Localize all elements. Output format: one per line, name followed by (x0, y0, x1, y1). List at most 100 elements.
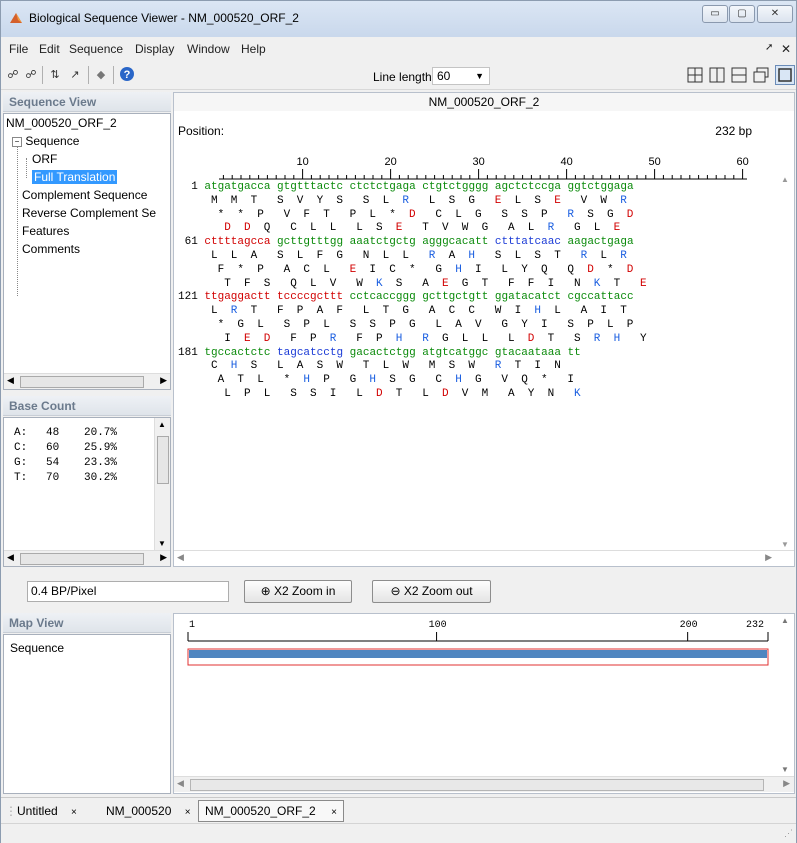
tree-item-complement[interactable]: Complement Sequence (22, 188, 147, 202)
tab-untitled[interactable]: Untitled × (17, 802, 77, 820)
amino-acid: R (620, 194, 627, 207)
toggle-strand-icon[interactable]: ⇅ (47, 66, 63, 84)
scroll-left-icon[interactable]: ◀ (7, 375, 14, 386)
menu-help[interactable]: Help (241, 42, 266, 56)
amino-acid: R (329, 332, 337, 345)
sequence-line: 61 cttttagcca gcttgtttgg aaatctgctg aggg… (178, 236, 634, 248)
map-vertical-scrollbar[interactable]: ▲ ▼ (778, 614, 794, 776)
tab-nm-000520[interactable]: NM_000520 × (106, 802, 191, 820)
amino-acid: Q (263, 222, 271, 235)
tree-item-comments[interactable]: Comments (22, 242, 80, 256)
close-button[interactable]: ✕ (757, 5, 793, 23)
amino-acid: C (211, 360, 218, 373)
scroll-up-icon[interactable]: ▲ (158, 420, 166, 429)
menu-window[interactable]: Window (187, 42, 230, 56)
amino-acid: P (310, 332, 317, 345)
minimize-button[interactable]: ▭ (702, 5, 728, 23)
scroll-left-icon[interactable]: ◀ (7, 552, 14, 563)
map-item-sequence[interactable]: Sequence (10, 641, 64, 655)
menu-display[interactable]: Display (135, 42, 174, 56)
tree-item-features[interactable]: Features (22, 224, 69, 238)
amino-acid: W (336, 360, 343, 373)
tab-nm-000520-orf-2[interactable]: NM_000520_ORF_2 × (198, 800, 344, 822)
find-next-icon[interactable]: ☍ (23, 66, 39, 84)
zoom-out-icon: ⊖ (390, 584, 401, 598)
document-tab-bar: ⋮ Untitled × NM_000520 × NM_000520_ORF_2… (1, 797, 796, 822)
scroll-up-icon[interactable]: ▲ (781, 175, 789, 184)
line-length-select[interactable]: 60 ▼ (432, 67, 490, 85)
scroll-right-icon[interactable]: ▶ (765, 552, 772, 563)
amino-acid: V (442, 222, 449, 235)
map-horizontal-scrollbar[interactable]: ◀ ▶ (174, 776, 794, 792)
export-icon[interactable]: ↗ (67, 66, 83, 84)
scroll-thumb[interactable] (157, 436, 169, 484)
tree-item-reverse-complement[interactable]: Reverse Complement Se (22, 206, 156, 220)
undock-icon[interactable]: ➚ (765, 42, 773, 53)
sequence-vertical-scrollbar[interactable]: ▲ ▼ (778, 173, 794, 551)
zoom-in-button[interactable]: ⊕ X2 Zoom in (244, 580, 352, 603)
sequence-line: 121 ttgaggactt tccccgcttt cctcaccggg gct… (178, 291, 634, 303)
close-doc-icon[interactable]: ✕ (781, 42, 791, 56)
amino-acid: S (494, 250, 502, 262)
amino-acid: C (303, 263, 310, 276)
tree-item-sequence[interactable]: − Sequence (12, 134, 79, 148)
help-icon[interactable]: ? (119, 66, 135, 82)
amino-acid: V (461, 388, 469, 400)
scroll-up-icon[interactable]: ▲ (781, 616, 789, 625)
amino-acid: R (428, 250, 436, 262)
scroll-left-icon[interactable]: ◀ (177, 552, 184, 563)
amino-acid: L (382, 360, 390, 373)
tile-grid-icon[interactable] (687, 67, 703, 83)
scroll-left-icon[interactable]: ◀ (177, 778, 184, 789)
maximize-button[interactable]: ▢ (729, 5, 755, 23)
amino-acid: F (290, 332, 297, 345)
amino-acid: S (349, 319, 357, 331)
nucleotide-chunk: cctcaccggg (349, 291, 423, 304)
tile-horizontal-icon[interactable] (731, 67, 747, 83)
scroll-down-icon[interactable]: ▼ (781, 765, 789, 774)
find-word-icon[interactable]: ☍ (5, 66, 21, 84)
zoom-out-button[interactable]: ⊖ X2 Zoom out (372, 580, 491, 603)
base-count-row: C: 60 25.9% (14, 442, 118, 454)
menu-file[interactable]: File (9, 42, 28, 56)
resize-grip-icon[interactable]: ⋰ (784, 828, 793, 839)
tree-root[interactable]: NM_000520_ORF_2 (6, 116, 117, 130)
float-window-icon[interactable] (753, 67, 769, 83)
maximize-doc-icon[interactable] (775, 65, 795, 85)
sequence-horizontal-scrollbar[interactable]: ◀ ▶ (174, 550, 794, 566)
eraser-icon[interactable]: ◆ (93, 66, 109, 84)
base-count-horizontal-scrollbar[interactable]: ◀ ▶ (4, 550, 170, 566)
scroll-thumb[interactable] (20, 376, 144, 388)
amino-acid: L (527, 222, 535, 235)
line-length-label: Line length: (373, 70, 436, 84)
scroll-thumb[interactable] (190, 779, 764, 791)
amino-acid: Y (521, 319, 528, 331)
scroll-right-icon[interactable]: ▶ (783, 778, 790, 789)
tree-item-orf[interactable]: ORF (32, 152, 57, 166)
amino-acid: W (468, 360, 475, 373)
bp-per-pixel-field[interactable]: 0.4 BP/Pixel (27, 581, 229, 602)
amino-acid: A (283, 263, 291, 276)
line-length-value: 60 (437, 69, 451, 83)
amino-acid: D (244, 222, 251, 235)
sequence-text-area[interactable]: 1 atgatgacca gtgtttactc ctctctgaga ctgtc… (174, 181, 774, 541)
menu-edit[interactable]: Edit (39, 42, 60, 56)
menu-sequence[interactable]: Sequence (69, 42, 123, 56)
amino-acid: D (626, 208, 634, 221)
scroll-down-icon[interactable]: ▼ (158, 539, 166, 548)
amino-acid: S (336, 194, 343, 207)
scroll-thumb[interactable] (20, 553, 144, 565)
scroll-right-icon[interactable]: ▶ (160, 552, 167, 563)
amino-acid: L (329, 222, 337, 235)
tile-vertical-icon[interactable] (709, 67, 725, 83)
scroll-down-icon[interactable]: ▼ (781, 540, 789, 549)
amino-acid: L (356, 222, 363, 235)
close-tab-icon[interactable]: × (185, 807, 191, 818)
base-count-vertical-scrollbar[interactable]: ▲ ▼ (154, 418, 170, 550)
close-tab-icon[interactable]: × (331, 807, 337, 818)
tree-horizontal-scrollbar[interactable]: ◀ ▶ (4, 373, 170, 389)
amino-acid: I (475, 263, 482, 276)
tree-item-full-translation[interactable]: Full Translation (32, 170, 118, 184)
close-tab-icon[interactable]: × (71, 807, 77, 818)
scroll-right-icon[interactable]: ▶ (160, 375, 167, 386)
